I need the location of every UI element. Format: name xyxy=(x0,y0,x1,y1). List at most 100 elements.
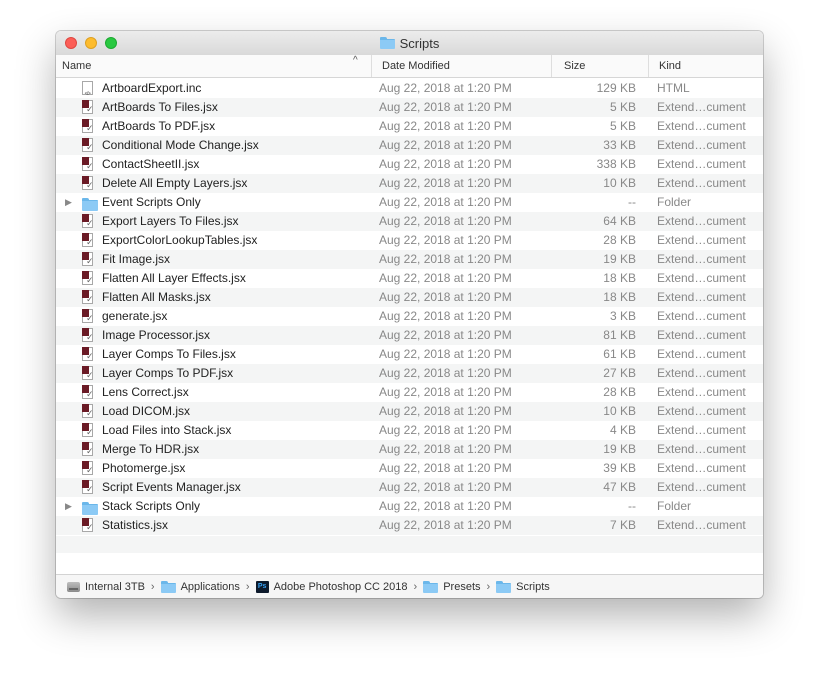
date-modified: Aug 22, 2018 at 1:20 PM xyxy=(379,195,512,209)
file-kind: Extend…cument xyxy=(657,328,746,342)
file-kind: Extend…cument xyxy=(657,518,746,532)
sort-ascending-icon[interactable]: ^ xyxy=(353,55,358,66)
file-row[interactable]: Script Events Manager.jsx Aug 22, 2018 at… xyxy=(56,478,763,497)
column-header-name-label: Name xyxy=(62,60,92,72)
file-row[interactable]: ArtBoards To Files.jsx Aug 22, 2018 at 1:… xyxy=(56,98,763,117)
disclosure-triangle-icon xyxy=(65,307,75,326)
jsx-script-icon xyxy=(82,461,98,476)
file-row[interactable]: ContactSheetII.jsx Aug 22, 2018 at 1:20 P… xyxy=(56,155,763,174)
file-row[interactable]: Export Layers To Files.jsx Aug 22, 2018 a… xyxy=(56,212,763,231)
file-row[interactable]: Lens Correct.jsx Aug 22, 2018 at 1:20 PM 2… xyxy=(56,383,763,402)
file-size: 10 KB xyxy=(603,404,636,418)
path-item[interactable]: Ps Adobe Photoshop CC 2018 xyxy=(255,580,408,593)
date-modified: Aug 22, 2018 at 1:20 PM xyxy=(379,214,512,228)
jsx-script-icon xyxy=(82,518,98,533)
file-kind: Extend…cument xyxy=(657,309,746,323)
date-modified: Aug 22, 2018 at 1:20 PM xyxy=(379,138,512,152)
file-row[interactable]: Flatten All Layer Effects.jsx Aug 22, 201… xyxy=(56,269,763,288)
file-kind: Extend…cument xyxy=(657,271,746,285)
file-kind: Folder xyxy=(657,499,692,513)
disclosure-triangle-icon xyxy=(65,478,75,497)
disclosure-triangle-icon xyxy=(65,364,75,383)
file-row[interactable]: ArtboardExport.inc Aug 22, 2018 at 1:20 P… xyxy=(56,79,763,104)
folder-icon xyxy=(82,195,98,212)
file-name: Delete All Empty Layers.jsx xyxy=(102,176,248,190)
file-row[interactable]: ArtBoards To PDF.jsx Aug 22, 2018 at 1:20… xyxy=(56,117,763,136)
jsx-script-icon xyxy=(82,176,98,191)
file-row[interactable]: Image Processor.jsx Aug 22, 2018 at 1:20 … xyxy=(56,326,763,345)
jsx-script-icon xyxy=(82,252,98,267)
file-row[interactable]: Load DICOM.jsx Aug 22, 2018 at 1:20 PM 10 … xyxy=(56,402,763,421)
file-row[interactable]: Merge To HDR.jsx Aug 22, 2018 at 1:20 PM 1… xyxy=(56,440,763,459)
disclosure-triangle-icon[interactable]: ▶ xyxy=(65,497,75,516)
date-modified: Aug 22, 2018 at 1:20 PM xyxy=(379,404,512,418)
file-kind: Extend…cument xyxy=(657,366,746,380)
file-row[interactable]: Statistics.jsx Aug 22, 2018 at 1:20 PM 7 K… xyxy=(56,516,763,535)
disclosure-triangle-icon xyxy=(65,326,75,345)
date-modified: Aug 22, 2018 at 1:20 PM xyxy=(379,176,512,190)
path-item[interactable]: Presets xyxy=(423,580,481,593)
file-row[interactable]: Layer Comps To Files.jsx Aug 22, 2018 at … xyxy=(56,345,763,364)
path-item[interactable]: Applications xyxy=(160,580,240,593)
window-title: Scripts xyxy=(56,31,763,55)
file-row[interactable]: Conditional Mode Change.jsx Aug 22, 2018 … xyxy=(56,136,763,155)
finder-window: Scripts Name ^ Date Modified Size Kind A… xyxy=(56,31,763,598)
column-header-date[interactable]: Date Modified xyxy=(371,55,551,77)
file-row[interactable]: Flatten All Masks.jsx Aug 22, 2018 at 1:2… xyxy=(56,288,763,307)
date-modified: Aug 22, 2018 at 1:20 PM xyxy=(379,442,512,456)
folder-icon xyxy=(160,580,176,593)
file-row[interactable]: Fit Image.jsx Aug 22, 2018 at 1:20 PM 19 K… xyxy=(56,250,763,269)
disclosure-triangle-icon xyxy=(65,155,75,174)
file-size: 3 KB xyxy=(609,309,636,323)
path-item[interactable]: Internal 3TB xyxy=(67,581,145,593)
path-item-label: Internal 3TB xyxy=(85,580,145,593)
file-name: ExportColorLookupTables.jsx xyxy=(102,233,258,247)
file-size: -- xyxy=(628,499,636,513)
jsx-script-icon xyxy=(82,157,98,172)
file-row[interactable]: Photomerge.jsx Aug 22, 2018 at 1:20 PM 39 … xyxy=(56,459,763,478)
file-list: ArtboardExport.inc Aug 22, 2018 at 1:20 P… xyxy=(56,79,763,535)
file-row[interactable]: ExportColorLookupTables.jsx Aug 22, 2018 … xyxy=(56,231,763,250)
file-kind: Extend…cument xyxy=(657,157,746,171)
file-kind: HTML xyxy=(657,81,690,95)
column-header-name[interactable]: Name xyxy=(56,55,371,77)
path-item-label: Applications xyxy=(180,580,240,593)
file-row[interactable]: Load Files into Stack.jsx Aug 22, 2018 at… xyxy=(56,421,763,440)
file-size: 129 KB xyxy=(596,81,636,95)
file-row[interactable]: Delete All Empty Layers.jsx Aug 22, 2018 … xyxy=(56,174,763,193)
file-name: ArtboardExport.inc xyxy=(102,81,202,95)
column-header-size[interactable]: Size xyxy=(551,55,648,77)
file-name: Script Events Manager.jsx xyxy=(102,480,241,494)
disclosure-triangle-icon xyxy=(65,212,75,231)
file-size: 19 KB xyxy=(603,252,636,266)
jsx-script-icon xyxy=(82,214,98,229)
file-row[interactable]: generate.jsx Aug 22, 2018 at 1:20 PM 3 KB E… xyxy=(56,307,763,326)
file-kind: Extend…cument xyxy=(657,347,746,361)
column-header-kind[interactable]: Kind xyxy=(648,55,763,77)
folder-row[interactable]: ▶ Event Scripts Only Aug 22, 2018 at 1:20 … xyxy=(56,193,763,212)
disclosure-triangle-icon xyxy=(65,421,75,440)
path-item-label: Adobe Photoshop CC 2018 xyxy=(273,580,408,593)
disclosure-triangle-icon xyxy=(65,250,75,269)
file-size: -- xyxy=(628,195,636,209)
disclosure-triangle-icon xyxy=(65,98,75,117)
title-bar[interactable]: Scripts xyxy=(56,31,763,56)
window-title-label: Scripts xyxy=(399,35,440,51)
file-name: Lens Correct.jsx xyxy=(102,385,189,399)
disclosure-triangle-icon[interactable]: ▶ xyxy=(65,193,75,212)
file-kind: Extend…cument xyxy=(657,480,746,494)
path-item[interactable]: Scripts xyxy=(496,580,550,593)
path-separator-icon: › xyxy=(150,580,155,593)
file-name: Load Files into Stack.jsx xyxy=(102,423,232,437)
file-kind: Extend…cument xyxy=(657,119,746,133)
path-separator-icon: › xyxy=(486,580,491,593)
date-modified: Aug 22, 2018 at 1:20 PM xyxy=(379,290,512,304)
file-kind: Extend…cument xyxy=(657,214,746,228)
file-row[interactable]: Layer Comps To PDF.jsx Aug 22, 2018 at 1:… xyxy=(56,364,763,383)
column-header: Name ^ Date Modified Size Kind xyxy=(56,55,763,78)
photoshop-app-icon: Ps xyxy=(255,580,269,593)
file-name: generate.jsx xyxy=(102,309,168,323)
date-modified: Aug 22, 2018 at 1:20 PM xyxy=(379,461,512,475)
jsx-script-icon xyxy=(82,480,98,495)
folder-row[interactable]: ▶ Stack Scripts Only Aug 22, 2018 at 1:20 … xyxy=(56,497,763,516)
